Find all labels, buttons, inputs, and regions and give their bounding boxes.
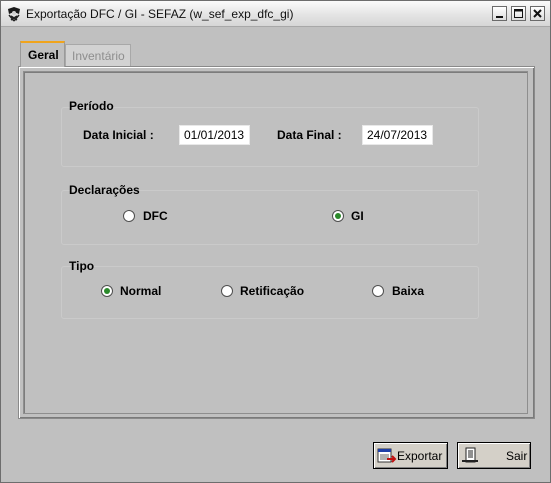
radio-normal-label[interactable]: Normal bbox=[120, 284, 161, 298]
radio-normal[interactable] bbox=[101, 285, 113, 297]
data-inicial-label: Data Inicial : bbox=[83, 128, 154, 142]
maximize-button[interactable] bbox=[511, 6, 526, 21]
exit-icon bbox=[462, 447, 478, 463]
radio-baixa-label[interactable]: Baixa bbox=[392, 284, 424, 298]
minimize-icon bbox=[496, 16, 503, 18]
radio-retificacao[interactable] bbox=[221, 285, 233, 297]
app-icon bbox=[8, 7, 20, 22]
tab-inventario-label: Inventário bbox=[72, 49, 125, 63]
radio-dfc[interactable] bbox=[123, 210, 135, 222]
exportar-label: Exportar bbox=[397, 449, 443, 463]
tab-content: Período Data Inicial : 01/01/2013 Data F… bbox=[23, 71, 528, 414]
close-icon bbox=[533, 9, 542, 18]
tab-geral-label: Geral bbox=[28, 48, 59, 62]
radio-gi-label[interactable]: GI bbox=[351, 209, 364, 223]
exportar-button[interactable]: Exportar bbox=[373, 442, 448, 469]
declaracoes-title: Declarações bbox=[69, 183, 140, 197]
tab-inventario[interactable]: Inventário bbox=[65, 44, 131, 66]
window: Exportação DFC / GI - SEFAZ (w_sef_exp_d… bbox=[0, 0, 551, 483]
sair-button[interactable]: Sair bbox=[457, 442, 531, 469]
radio-dfc-label[interactable]: DFC bbox=[143, 209, 168, 223]
maximize-icon bbox=[514, 9, 523, 18]
close-button[interactable] bbox=[530, 6, 545, 21]
sair-label: Sair bbox=[506, 449, 528, 463]
periodo-title: Período bbox=[69, 99, 114, 113]
radio-gi[interactable] bbox=[332, 210, 344, 222]
minimize-button[interactable] bbox=[492, 6, 507, 21]
data-final-label: Data Final : bbox=[277, 128, 342, 142]
tab-geral[interactable]: Geral bbox=[20, 41, 65, 67]
radio-retificacao-label[interactable]: Retificação bbox=[240, 284, 304, 298]
title-bar[interactable]: Exportação DFC / GI - SEFAZ (w_sef_exp_d… bbox=[1, 1, 550, 27]
data-inicial-field[interactable]: 01/01/2013 bbox=[179, 125, 250, 145]
data-final-field[interactable]: 24/07/2013 bbox=[362, 125, 433, 145]
radio-baixa[interactable] bbox=[372, 285, 384, 297]
export-icon bbox=[377, 448, 397, 463]
window-title: Exportação DFC / GI - SEFAZ (w_sef_exp_d… bbox=[26, 7, 294, 21]
tipo-title: Tipo bbox=[69, 259, 95, 273]
